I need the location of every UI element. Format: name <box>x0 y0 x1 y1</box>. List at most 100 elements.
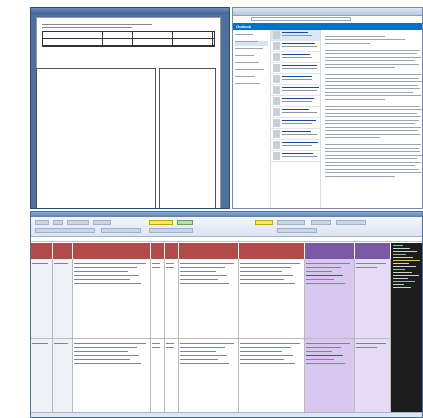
cell-text-line <box>180 267 225 268</box>
cell-text-line <box>166 343 174 344</box>
sheet-tab-bar[interactable] <box>31 412 422 417</box>
column-header[interactable] <box>53 243 73 259</box>
column-header[interactable] <box>179 243 239 259</box>
folder-item[interactable] <box>235 41 268 46</box>
cell-text-line <box>152 267 160 268</box>
ribbon-button[interactable] <box>101 228 141 233</box>
table-cell[interactable] <box>73 339 151 414</box>
document-titlebar[interactable] <box>31 8 229 14</box>
ribbon-button[interactable] <box>93 220 111 225</box>
table-cell[interactable] <box>355 339 391 414</box>
column-header[interactable] <box>305 243 355 259</box>
document-window[interactable] <box>30 7 230 209</box>
sender-line <box>282 98 314 99</box>
table-cell[interactable] <box>355 259 391 338</box>
table-cell[interactable] <box>31 339 53 414</box>
table-cell[interactable] <box>305 339 355 414</box>
body-text-line <box>325 88 420 89</box>
cell-text-line <box>306 351 332 352</box>
column-header[interactable] <box>165 243 179 259</box>
formula-bar[interactable] <box>31 237 422 242</box>
folder-item[interactable] <box>235 55 268 60</box>
ribbon-button[interactable] <box>149 228 193 233</box>
body-text-line <box>325 168 419 170</box>
table-cell[interactable] <box>179 259 239 338</box>
table-cell[interactable] <box>165 339 179 414</box>
column-header[interactable] <box>73 243 151 259</box>
table-cell[interactable] <box>179 339 239 414</box>
table-cell[interactable] <box>53 339 73 414</box>
email-window[interactable]: Outlook <box>232 7 423 209</box>
cell-text-line <box>74 347 137 348</box>
cell-text-line <box>32 343 48 344</box>
cell-text-line <box>74 271 128 272</box>
table-cell[interactable] <box>151 259 165 338</box>
message-item[interactable] <box>271 96 320 107</box>
spreadsheet-grid[interactable] <box>31 243 391 417</box>
cell-text-line <box>32 263 48 264</box>
ribbon-button[interactable] <box>35 220 49 225</box>
message-item[interactable] <box>271 41 320 52</box>
table-cell[interactable] <box>165 259 179 338</box>
terminal-output-line <box>393 281 415 282</box>
ribbon-button[interactable] <box>67 220 89 225</box>
ribbon-style-swatch[interactable] <box>149 220 173 225</box>
table-cell[interactable] <box>73 259 151 338</box>
ribbon-button[interactable] <box>53 220 63 225</box>
address-bar[interactable] <box>251 17 351 21</box>
sender-avatar <box>273 86 280 94</box>
ribbon-button[interactable] <box>277 220 305 225</box>
cell-text-line <box>166 263 174 264</box>
spreadsheet-window[interactable] <box>30 211 423 418</box>
ribbon-button[interactable] <box>336 220 366 225</box>
document-info-table <box>42 31 215 47</box>
table-cell[interactable] <box>239 339 305 414</box>
folder-item[interactable] <box>235 83 268 88</box>
body-text-line <box>325 42 370 44</box>
folder-item[interactable] <box>235 69 268 74</box>
table-cell[interactable] <box>239 259 305 338</box>
cell-text-line <box>240 347 291 348</box>
message-item[interactable] <box>271 107 320 118</box>
body-text-line <box>325 116 421 117</box>
body-text-line <box>325 56 421 58</box>
cell-text-line <box>74 363 141 364</box>
cell-text-line <box>74 359 130 360</box>
folder-item[interactable] <box>235 34 268 39</box>
sender-avatar <box>273 64 280 72</box>
folder-item[interactable] <box>235 62 268 67</box>
column-header[interactable] <box>239 243 305 259</box>
column-header[interactable] <box>151 243 165 259</box>
ribbon-style-swatch[interactable] <box>177 220 193 225</box>
message-item[interactable] <box>271 118 320 129</box>
ribbon-style-swatch[interactable] <box>255 220 273 225</box>
table-cell[interactable] <box>31 259 53 338</box>
message-item[interactable] <box>271 30 320 41</box>
message-item[interactable] <box>271 63 320 74</box>
message-item[interactable] <box>271 52 320 63</box>
message-item[interactable] <box>271 140 320 151</box>
cell-text-line <box>306 267 341 268</box>
table-cell[interactable] <box>151 339 165 414</box>
table-cell[interactable] <box>53 259 73 338</box>
folder-item[interactable] <box>235 76 268 81</box>
body-text-line <box>325 74 421 75</box>
message-item[interactable] <box>271 85 320 96</box>
column-header[interactable] <box>355 243 391 259</box>
cell-text-line <box>54 343 68 344</box>
ribbon-button[interactable] <box>311 220 331 225</box>
folder-item[interactable] <box>235 48 268 53</box>
message-item[interactable] <box>271 74 320 85</box>
ribbon-button[interactable] <box>277 228 317 233</box>
message-item[interactable] <box>271 129 320 140</box>
ribbon-button[interactable] <box>35 228 95 233</box>
folder-label-line <box>235 69 264 70</box>
column-header[interactable] <box>31 243 53 259</box>
body-text-line <box>325 175 395 177</box>
table-cell[interactable] <box>305 259 355 338</box>
body-text-line <box>325 105 420 107</box>
document-table-cell <box>133 39 173 45</box>
sender-avatar <box>273 130 280 138</box>
sender-line <box>282 142 318 143</box>
message-item[interactable] <box>271 151 320 162</box>
